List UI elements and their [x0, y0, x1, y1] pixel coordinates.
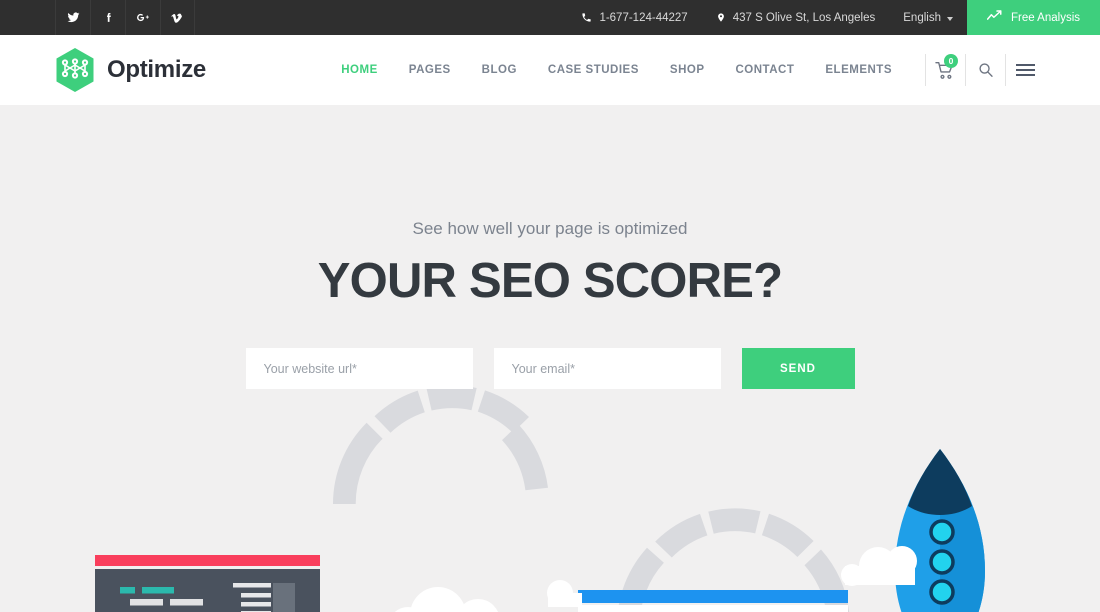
google-plus-icon [137, 13, 149, 22]
free-analysis-label: Free Analysis [1010, 11, 1080, 24]
search-button[interactable] [965, 54, 1005, 86]
cart-button[interactable]: 0 [925, 54, 965, 86]
nav-item-pages[interactable]: PAGES [409, 64, 451, 76]
nav-item-contact[interactable]: CONTACT [736, 64, 795, 76]
map-pin-icon [716, 12, 726, 23]
hamburger-menu-icon [1016, 64, 1035, 76]
seo-score-form: SEND [0, 348, 1100, 389]
hero-title: YOUR SEO SCORE? [317, 254, 783, 308]
address-info: 437 S Olive St, Los Angeles [702, 0, 890, 35]
send-button[interactable]: SEND [741, 348, 855, 389]
cloud-rocket [841, 546, 917, 586]
top-bar-right: 1-677-124-44227 437 S Olive St, Los Ange… [567, 0, 1100, 35]
code-editor-window [95, 555, 320, 612]
nav-item-shop[interactable]: SHOP [670, 64, 705, 76]
phone-number: 1-677-124-44227 [599, 11, 688, 24]
main-navigation: HOME PAGES BLOG CASE STUDIES SHOP CONTAC… [341, 64, 892, 76]
nav-item-case-studies[interactable]: CASE STUDIES [548, 64, 639, 76]
top-bar-spacer [195, 0, 567, 35]
rocket-illustration [895, 449, 985, 612]
hero-section: See how well your page is optimized YOUR… [0, 105, 1100, 612]
cloud-decor [394, 546, 917, 612]
top-bar: 1-677-124-44227 437 S Olive St, Los Ange… [0, 0, 1100, 35]
rocket-nose-cone [908, 449, 972, 515]
nav-item-elements[interactable]: ELEMENTS [825, 64, 892, 76]
browser-window [578, 590, 848, 612]
hero-copy: See how well your page is optimized YOUR… [0, 105, 1100, 309]
site-header: Optimize HOME PAGES BLOG CASE STUDIES SH… [0, 35, 1100, 105]
twitter-icon [67, 12, 79, 23]
chart-line-icon [986, 10, 1002, 25]
free-analysis-button[interactable]: Free Analysis [966, 0, 1100, 35]
website-url-input[interactable] [245, 348, 473, 389]
cloud-center [394, 587, 499, 612]
vimeo-icon [171, 13, 183, 23]
rocket-window-bottom [929, 579, 955, 605]
brand-name: Optimize [107, 56, 206, 83]
social-link-twitter[interactable] [55, 0, 90, 35]
social-link-google-plus[interactable] [125, 0, 160, 35]
language-label: English [903, 11, 941, 24]
social-links [55, 0, 195, 35]
language-selector[interactable]: English [889, 0, 967, 35]
header-tools: 0 [925, 54, 1045, 86]
nav-item-home[interactable]: HOME [341, 64, 378, 76]
menu-button[interactable] [1005, 54, 1045, 86]
phone-icon [581, 12, 592, 23]
rocket-body-right [940, 449, 985, 612]
gauge-decor-right [617, 508, 850, 612]
cloud-browser-left [547, 580, 582, 607]
social-link-facebook[interactable] [90, 0, 125, 35]
rocket-window-middle [929, 549, 955, 575]
social-link-vimeo[interactable] [160, 0, 195, 35]
cart-count-badge: 0 [944, 54, 958, 68]
hexagon-network-logo [56, 48, 94, 92]
brand-logo-link[interactable]: Optimize [54, 47, 206, 93]
facebook-icon [106, 12, 111, 22]
rocket-window-top [929, 519, 955, 545]
search-icon [978, 63, 993, 77]
nav-item-blog[interactable]: BLOG [482, 64, 517, 76]
email-input[interactable] [493, 348, 721, 389]
rocket-body-left [895, 449, 985, 612]
chevron-down-icon [946, 16, 953, 21]
address-text: 437 S Olive St, Los Angeles [732, 11, 876, 24]
phone-info: 1-677-124-44227 [567, 0, 701, 35]
hero-subtitle: See how well your page is optimized [412, 219, 688, 238]
gauge-decor-left [332, 385, 548, 504]
